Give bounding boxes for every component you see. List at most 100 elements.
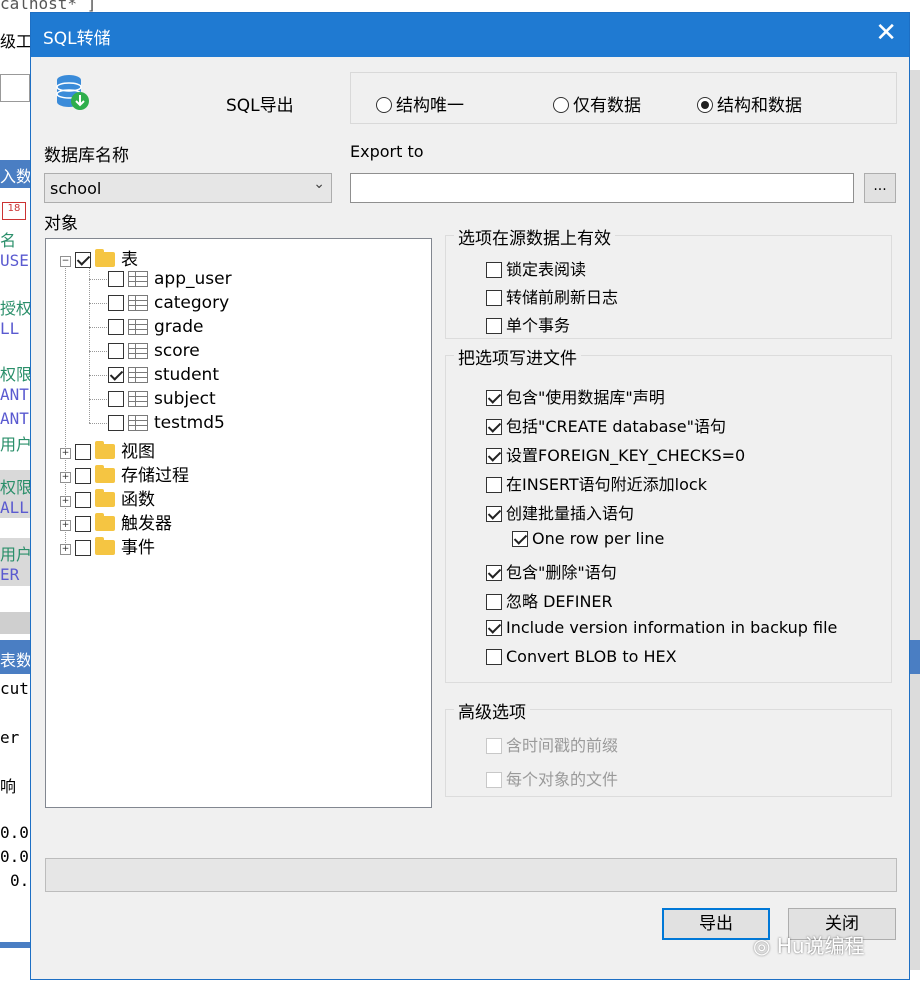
option-blob-to-hex[interactable]: Convert BLOB to HEX <box>486 647 677 666</box>
option-insert-lock[interactable]: 在INSERT语句附近添加lock <box>486 471 707 495</box>
calendar-icon: 18 <box>2 202 26 220</box>
bg-input <box>0 74 30 102</box>
option-bulk-insert[interactable]: 创建批量插入语句 <box>486 500 634 524</box>
option-foreign-key-checks[interactable]: 设置FOREIGN_KEY_CHECKS=0 <box>486 442 745 466</box>
checkbox[interactable] <box>486 448 502 464</box>
tree-checkbox[interactable] <box>108 367 124 383</box>
checkbox[interactable] <box>486 594 502 610</box>
option-one-row-per-line[interactable]: One row per line <box>512 529 664 548</box>
tree-checkbox[interactable] <box>75 252 91 268</box>
checkbox[interactable] <box>486 649 502 665</box>
tree-node-table[interactable]: grade <box>108 317 203 339</box>
option-single-transaction[interactable]: 单个事务 <box>486 312 570 336</box>
option-label: One row per line <box>532 529 665 548</box>
tree-node-procedures[interactable]: + 存储过程 <box>60 461 189 486</box>
bg-frag: 名 <box>0 231 17 250</box>
bg-frag: ER <box>0 565 20 584</box>
tree-node-table[interactable]: score <box>108 341 200 363</box>
checkbox[interactable] <box>486 772 502 788</box>
tree-checkbox[interactable] <box>108 343 124 359</box>
checkbox[interactable] <box>486 620 502 636</box>
tree-node-table[interactable]: student <box>108 365 219 387</box>
option-file-per-object[interactable]: 每个对象的文件 <box>486 766 618 790</box>
option-timestamp-prefix[interactable]: 含时间戳的前缀 <box>486 732 618 756</box>
checkbox[interactable] <box>512 531 528 547</box>
browse-button[interactable]: ... <box>864 173 896 203</box>
radio-label: 仅有数据 <box>573 96 641 116</box>
object-tree[interactable]: − 表 app_user category grade score student… <box>45 238 432 808</box>
tree-label: grade <box>154 317 204 337</box>
group-caption: 选项在源数据上有效 <box>454 224 615 249</box>
close-icon[interactable]: ✕ <box>875 19 897 47</box>
bg-frag: cut <box>0 679 29 698</box>
group-caption: 把选项写进文件 <box>454 344 581 369</box>
option-label: 含时间戳的前缀 <box>506 736 619 755</box>
tree-checkbox[interactable] <box>75 540 91 556</box>
tree-checkbox[interactable] <box>108 295 124 311</box>
bg-frag: USE <box>0 251 29 270</box>
tree-node-table[interactable]: app_user <box>108 269 232 291</box>
option-create-database[interactable]: 包括"CREATE database"语句 <box>486 413 726 437</box>
tree-label: student <box>154 365 219 385</box>
option-use-database[interactable]: 包含"使用数据库"声明 <box>486 384 665 408</box>
radio-structure-and-data[interactable]: 结构和数据 <box>697 91 802 116</box>
tree-node-table[interactable]: subject <box>108 389 216 411</box>
tree-label: 表 <box>121 250 138 270</box>
tree-checkbox[interactable] <box>75 468 91 484</box>
export-mode-label: SQL导出 <box>226 96 294 116</box>
checkbox[interactable] <box>486 262 502 278</box>
tree-checkbox[interactable] <box>108 391 124 407</box>
radio-circle[interactable] <box>376 97 392 113</box>
option-flush-logs[interactable]: 转储前刷新日志 <box>486 284 618 308</box>
table-icon <box>128 319 148 335</box>
collapse-icon[interactable]: − <box>60 256 71 267</box>
checkbox[interactable] <box>486 738 502 754</box>
tree-checkbox[interactable] <box>108 271 124 287</box>
tree-checkbox[interactable] <box>75 492 91 508</box>
bg-frag: 表数 <box>0 651 33 670</box>
bg-frag: 权限 <box>0 478 33 497</box>
expand-icon[interactable]: + <box>60 544 71 555</box>
chevron-down-icon[interactable]: ⌄ <box>313 176 325 192</box>
tree-node-views[interactable]: + 视图 <box>60 437 155 462</box>
tree-checkbox[interactable] <box>75 516 91 532</box>
export-path-input[interactable] <box>350 173 854 203</box>
option-version-info[interactable]: Include version information in backup fi… <box>486 618 837 637</box>
tree-node-tables[interactable]: − 表 <box>60 245 138 270</box>
option-label: 在INSERT语句附近添加lock <box>506 475 707 494</box>
tree-checkbox[interactable] <box>75 444 91 460</box>
database-select[interactable]: school ⌄ <box>44 173 332 203</box>
checkbox[interactable] <box>486 506 502 522</box>
tree-checkbox[interactable] <box>108 319 124 335</box>
expand-icon[interactable]: + <box>60 472 71 483</box>
tree-node-table[interactable]: testmd5 <box>108 413 225 435</box>
tree-node-events[interactable]: + 事件 <box>60 533 155 558</box>
option-drop-statements[interactable]: 包含"删除"语句 <box>486 559 617 583</box>
expand-icon[interactable]: + <box>60 448 71 459</box>
radio-structure-only[interactable]: 结构唯一 <box>376 91 464 116</box>
checkbox[interactable] <box>486 419 502 435</box>
table-icon <box>128 343 148 359</box>
radio-circle[interactable] <box>553 97 569 113</box>
option-lock-tables[interactable]: 锁定表阅读 <box>486 256 586 280</box>
checkbox[interactable] <box>486 290 502 306</box>
database-select-value: school <box>50 179 102 198</box>
table-icon <box>128 415 148 431</box>
checkbox[interactable] <box>486 565 502 581</box>
expand-icon[interactable]: + <box>60 496 71 507</box>
option-ignore-definer[interactable]: 忽略 DEFINER <box>486 588 613 612</box>
expand-icon[interactable]: + <box>60 520 71 531</box>
checkbox[interactable] <box>486 390 502 406</box>
radio-label: 结构和数据 <box>717 96 802 116</box>
tree-checkbox[interactable] <box>108 415 124 431</box>
bg-frag: 用户 <box>0 435 33 454</box>
checkbox[interactable] <box>486 318 502 334</box>
export-mode-group: 结构唯一 仅有数据 结构和数据 <box>350 72 897 124</box>
radio-data-only[interactable]: 仅有数据 <box>553 91 641 116</box>
bg-frag: 权限 <box>0 365 33 384</box>
checkbox[interactable] <box>486 477 502 493</box>
radio-circle-selected[interactable] <box>697 97 713 113</box>
tree-node-table[interactable]: category <box>108 293 229 315</box>
tree-node-functions[interactable]: + 函数 <box>60 485 155 510</box>
tree-node-triggers[interactable]: + 触发器 <box>60 509 172 534</box>
